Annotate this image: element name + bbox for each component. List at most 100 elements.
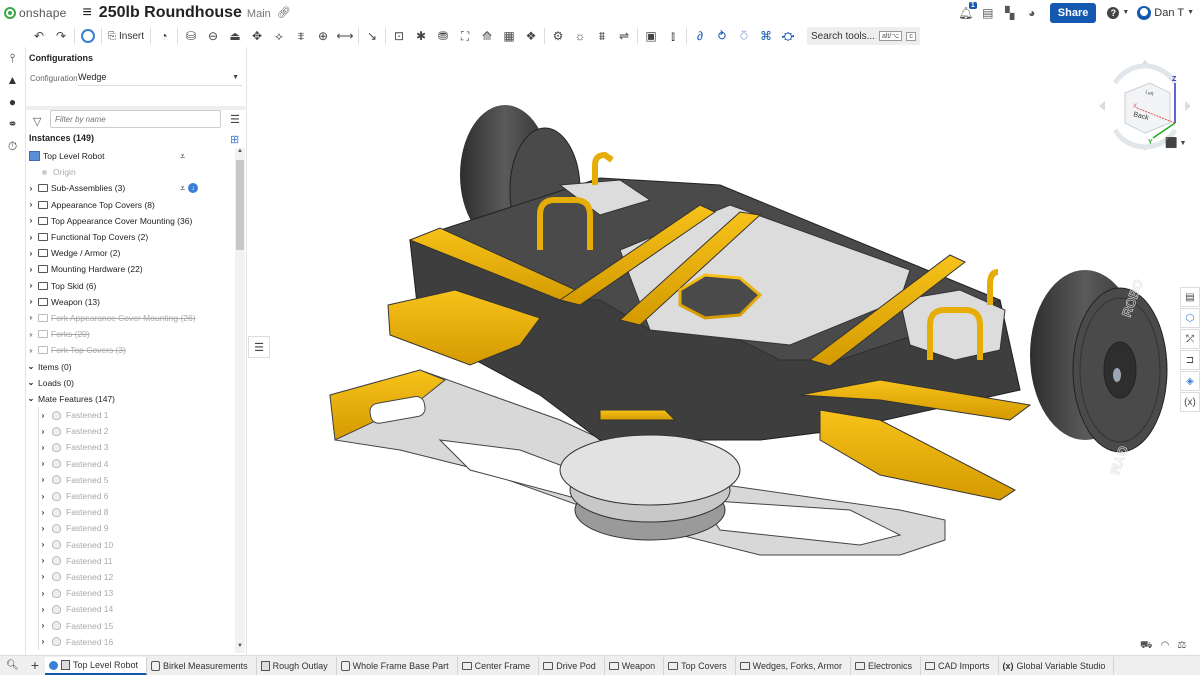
mate-row[interactable]: › Fastened 12 [26, 569, 235, 585]
chevron-right-icon[interactable]: › [38, 540, 48, 549]
chevron-down-icon[interactable]: ⌄ [26, 378, 36, 387]
chevron-right-icon[interactable]: › [38, 508, 48, 517]
section-row[interactable]: ⌄ Items (0) [26, 358, 235, 374]
chevron-right-icon[interactable]: › [38, 589, 48, 598]
explode-icon[interactable]: ⟰ [476, 26, 498, 46]
chevron-right-icon[interactable]: › [26, 200, 36, 209]
mirror-icon[interactable]: ⛶ [454, 26, 476, 46]
section-row[interactable]: ⌄ Mate Features (147) [26, 391, 235, 407]
comments-icon[interactable]: ● [0, 91, 25, 113]
link-icon[interactable]: 🔗︎ [277, 6, 291, 19]
chevron-right-icon[interactable]: › [26, 281, 36, 290]
simulation-icon[interactable]: ⛮ [777, 26, 799, 46]
chevron-right-icon[interactable]: › [26, 265, 36, 274]
named-positions-icon[interactable]: ▦ [498, 26, 520, 46]
cylindrical-mate-icon[interactable]: ⟡ [268, 26, 290, 46]
folder-row[interactable]: › Forks (20) [26, 326, 235, 342]
document-tab[interactable]: Top Covers [664, 657, 736, 675]
folder-row[interactable]: › Wedge / Armor (2) [26, 245, 235, 261]
notifications-button[interactable]: 🔔︎ 1 [958, 1, 977, 20]
document-tab[interactable]: Electronics [850, 657, 921, 675]
planar-mate-icon[interactable]: ✥ [246, 26, 268, 46]
dimensions-icon[interactable]: ⊐ [1180, 350, 1200, 370]
mate-row[interactable]: › Fastened 8 [26, 504, 235, 520]
document-tab[interactable]: CAD Imports [920, 657, 999, 675]
tree-scrollbar[interactable]: ▲ ▼ [235, 148, 245, 653]
mate-connector-icon[interactable]: ❖ [520, 26, 542, 46]
chevron-down-icon[interactable]: ⌄ [26, 394, 36, 403]
history-icon[interactable]: ◔ [153, 26, 175, 46]
screw-relation-icon[interactable]: ⩩ [591, 26, 613, 46]
mate-row[interactable]: › Fastened 1 [26, 407, 235, 423]
chevron-right-icon[interactable]: › [38, 637, 48, 646]
configuration-select[interactable]: Wedge ▼ [78, 69, 242, 86]
bill-of-materials-icon[interactable]: ⬡ [1180, 308, 1200, 328]
display-icon[interactable]: ⌘ [755, 26, 777, 46]
document-tab[interactable]: Center Frame [457, 657, 540, 675]
scroll-up-icon[interactable]: ▲ [236, 148, 244, 158]
chevron-right-icon[interactable]: › [38, 443, 48, 452]
download-update-icon[interactable]: ↓ [188, 183, 199, 194]
view-mode-menu[interactable]: ⬛ ▼ [1165, 138, 1186, 149]
document-tab[interactable]: (x) Global Variable Studio [998, 657, 1115, 675]
replicate-icon[interactable]: ✱ [410, 26, 432, 46]
origin-row[interactable]: Origin [26, 164, 235, 180]
slider-mate-icon[interactable]: ⏏ [224, 26, 246, 46]
mass-properties-icon[interactable]: ⚖ [1177, 640, 1186, 653]
chevron-right-icon[interactable]: › [26, 216, 36, 225]
search-tools-button[interactable]: Search tools... alt/⌥ c [807, 27, 920, 45]
hamburger-menu-icon[interactable]: ≡ [82, 4, 91, 22]
user-menu[interactable]: Dan T ▼ [1137, 5, 1194, 20]
mate-row[interactable]: › Fastened 2 [26, 423, 235, 439]
chevron-right-icon[interactable]: › [26, 249, 36, 258]
rotate-icon[interactable]: ⥁ [711, 26, 733, 46]
document-tab[interactable]: Wedges, Forks, Armor [735, 657, 851, 675]
document-tab[interactable]: Weapon [604, 657, 665, 675]
fastened-mate-icon[interactable]: ⛁ [180, 26, 202, 46]
mate-values-icon[interactable]: ⤱ [1180, 329, 1200, 349]
feature-list-icon[interactable] [0, 25, 25, 47]
mate-row[interactable]: › Fastened 13 [26, 585, 235, 601]
properties-icon[interactable]: ▤ [1180, 287, 1200, 307]
pin-slot-mate-icon[interactable]: ⩨ [290, 26, 312, 46]
app-store-icon[interactable]: ▚ [1003, 6, 1017, 20]
chevron-right-icon[interactable]: › [38, 556, 48, 565]
chevron-down-icon[interactable]: ⌄ [26, 362, 36, 371]
scroll-thumb[interactable] [236, 160, 244, 250]
chevron-right-icon[interactable]: › [38, 572, 48, 581]
document-title[interactable]: 250lb Roundhouse [99, 4, 242, 22]
insert-button[interactable]: ⎘ Insert [104, 31, 148, 42]
folder-row[interactable]: › Mounting Hardware (22) [26, 261, 235, 277]
parallel-mate-icon[interactable]: ⟷ [334, 26, 356, 46]
chevron-right-icon[interactable]: › [38, 411, 48, 420]
mate-row[interactable]: › Fastened 6 [26, 488, 235, 504]
selection-filter-icon[interactable]: ⛟ [1140, 640, 1153, 653]
rotate-right-arrow[interactable] [1185, 101, 1191, 111]
folder-row[interactable]: › Weapon (13) [26, 294, 235, 310]
appearance-icon[interactable]: ▲ [0, 69, 25, 91]
update-icon[interactable]: ⩡ [180, 183, 185, 194]
render-studio-icon[interactable] [77, 26, 99, 46]
chevron-right-icon[interactable]: › [38, 524, 48, 533]
chevron-right-icon[interactable]: › [38, 492, 48, 501]
gear-relation-icon[interactable]: ⚙ [547, 26, 569, 46]
scroll-down-icon[interactable]: ▼ [236, 643, 244, 653]
learning-center-icon[interactable]: ◕ [1025, 6, 1039, 20]
chevron-right-icon[interactable]: › [38, 459, 48, 468]
share-button[interactable]: Share [1049, 2, 1097, 23]
ball-mate-icon[interactable]: ⊕ [312, 26, 334, 46]
mate-row[interactable]: › Fastened 16 [26, 634, 235, 650]
group-icon[interactable]: ⊡ [388, 26, 410, 46]
info-icon[interactable] [49, 660, 58, 670]
top-level-assembly-row[interactable]: Top Level Robot ⩡ [26, 148, 235, 164]
release-icon[interactable]: ▤ [981, 6, 995, 20]
mate-row[interactable]: › Fastened 4 [26, 456, 235, 472]
appearances-icon[interactable]: ◈ [1180, 371, 1200, 391]
folder-row[interactable]: › Top Skid (6) [26, 278, 235, 294]
section-icon[interactable]: ⍥ [733, 26, 755, 46]
pattern-icon[interactable]: ⛃ [432, 26, 454, 46]
chevron-right-icon[interactable]: › [38, 427, 48, 436]
new-folder-icon[interactable]: ⊞ [230, 133, 239, 146]
document-tab[interactable]: Rough Outlay [256, 657, 337, 675]
animation-icon[interactable]: ⏱ [0, 135, 25, 157]
